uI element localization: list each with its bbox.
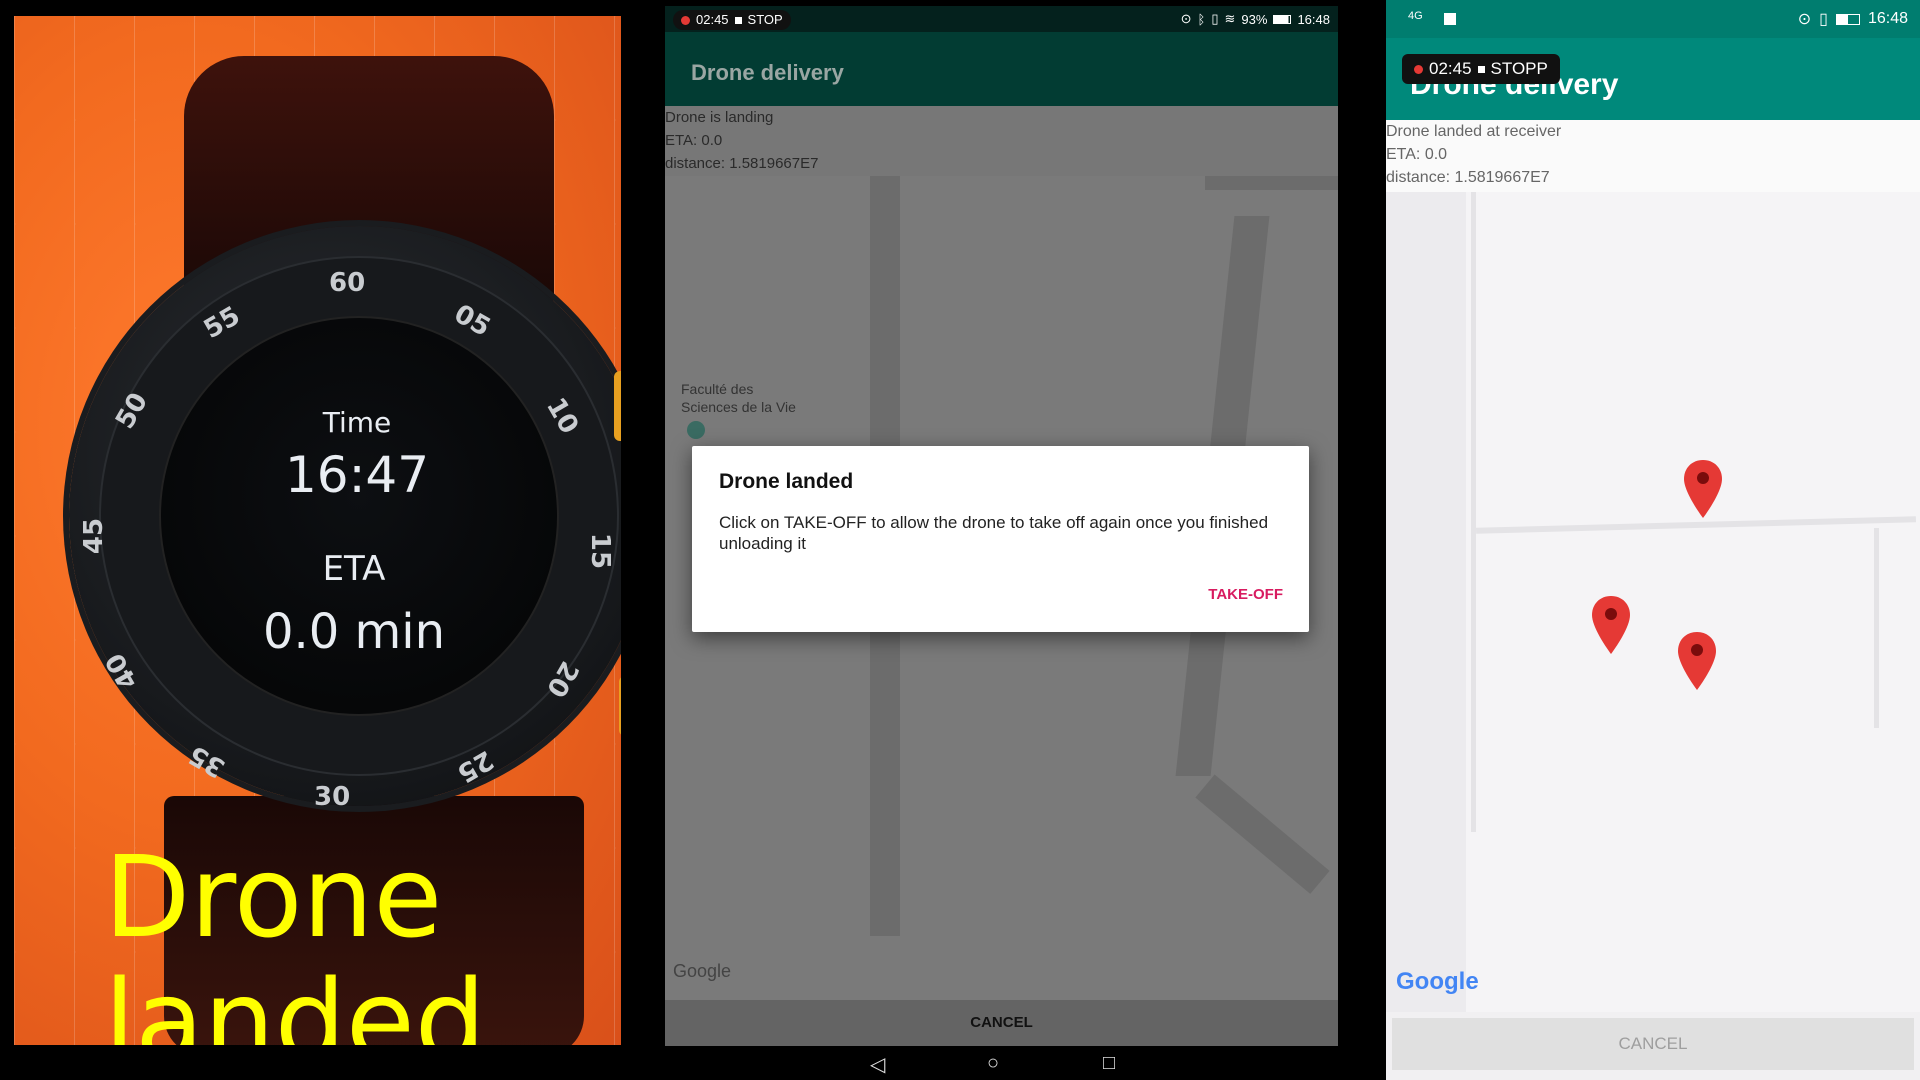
drone-info-panel: Drone landed at receiver ETA: 0.0 distan… — [1386, 120, 1920, 192]
phone-dialog-screen: 02:45 STOP ⊙ ᛒ ▯ ≋ 93% 16:48 Drone deliv… — [665, 6, 1338, 1046]
map-pin-icon[interactable] — [1684, 460, 1722, 518]
screen-recorder-pill[interactable]: 02:45 STOP — [673, 10, 791, 30]
drone-landed-dialog: Drone landed Click on TAKE-OFF to allow … — [692, 446, 1309, 632]
map-pin-icon[interactable] — [1592, 596, 1630, 654]
map-road — [1205, 176, 1338, 190]
record-time: 02:45 — [696, 12, 729, 27]
watch-eta-label: ETA — [322, 549, 386, 589]
bluetooth-icon: ᛒ — [1197, 11, 1206, 27]
app-bar: Drone delivery — [665, 32, 1338, 108]
map-place-label: Faculté des Sciences de la Vie — [681, 381, 796, 415]
watch-eta-value: 0.0 min — [262, 604, 446, 660]
drone-distance-text: distance: 1.5819667E7 — [665, 155, 819, 172]
overlay-line: Drone — [104, 833, 443, 963]
stop-label[interactable]: STOP — [748, 10, 783, 30]
location-icon: ⊙ — [1797, 11, 1812, 28]
map-road — [1874, 528, 1879, 728]
drone-status-text: Drone is landing — [665, 109, 774, 126]
app-bar: Drone delivery 02:45 STOPP — [1386, 38, 1920, 120]
bezel-number: 60 — [329, 268, 366, 298]
google-logo: Google — [1396, 968, 1479, 995]
location-icon: ⊙ — [1180, 11, 1192, 26]
dialog-message: Click on TAKE-OFF to allow the drone to … — [719, 513, 1269, 553]
drone-eta-text: ETA: 0.0 — [1386, 146, 1448, 163]
phone-landed-screen: 4G ⊙ ▯ 16:48 Drone delivery 02:45 STOPP … — [1386, 0, 1920, 1080]
status-bar: 4G ⊙ ▯ 16:48 — [1386, 0, 1920, 38]
status-bar: 02:45 STOP ⊙ ᛒ ▯ ≋ 93% 16:48 — [665, 6, 1338, 32]
network-indicator: 4G — [1408, 10, 1423, 22]
map-road — [1475, 516, 1917, 534]
drone-status-text: Drone landed at receiver — [1386, 123, 1562, 140]
status-clock: 16:48 — [1867, 10, 1908, 27]
watch-time-value: 16:47 — [284, 446, 430, 504]
map-pin-icon[interactable] — [1678, 632, 1716, 690]
cancel-button[interactable]: CANCEL — [665, 1000, 1338, 1046]
cancel-button[interactable]: CANCEL — [1392, 1018, 1914, 1070]
status-clock: 16:48 — [1297, 11, 1330, 27]
bezel-number: 30 — [314, 782, 351, 812]
wifi-icon: ≋ — [1224, 11, 1236, 26]
app-title: Drone delivery — [691, 60, 844, 85]
takeoff-button[interactable]: TAKE-OFF — [1208, 586, 1283, 603]
google-logo: Google — [673, 961, 732, 981]
notification-icon — [1444, 13, 1456, 25]
overlay-line: landed — [104, 957, 486, 1045]
vibrate-icon: ▯ — [1819, 11, 1828, 28]
record-time: 02:45 — [1429, 59, 1472, 78]
battery-icon — [1835, 13, 1860, 25]
back-triangle-icon[interactable]: ◁ — [870, 1052, 885, 1077]
android-nav-bar: ◁ ○ □ — [665, 1046, 1338, 1080]
map-road — [1195, 774, 1330, 894]
map-road — [1471, 192, 1476, 832]
drone-landed-overlay: Drone landed — [104, 836, 486, 1045]
drone-distance-text: distance: 1.5819667E7 — [1386, 169, 1550, 186]
home-circle-icon[interactable]: ○ — [987, 1052, 999, 1075]
stop-square-icon — [734, 16, 742, 24]
drone-info-panel: Drone is landing ETA: 0.0 distance: 1.58… — [665, 106, 1338, 176]
watch-photo-panel: 60 05 10 15 20 25 30 35 40 45 50 55 Time… — [14, 16, 621, 1045]
map-view[interactable]: Google — [1386, 192, 1920, 1012]
map-area — [1386, 192, 1466, 1012]
screen-recorder-pill[interactable]: 02:45 STOPP — [1402, 54, 1560, 84]
watch-time-label: Time — [322, 406, 392, 439]
map-place-marker-icon[interactable] — [687, 421, 705, 439]
drone-eta-text: ETA: 0.0 — [665, 132, 723, 149]
bezel-number: 15 — [585, 532, 616, 570]
dialog-title: Drone landed — [719, 470, 854, 493]
record-dot-icon — [1414, 64, 1423, 74]
stop-label[interactable]: STOPP — [1491, 54, 1548, 84]
watch-side-button — [619, 676, 621, 736]
stop-square-icon — [1477, 65, 1485, 73]
recents-square-icon[interactable]: □ — [1103, 1052, 1115, 1075]
bezel-number: 45 — [79, 517, 110, 555]
battery-icon — [1273, 14, 1292, 24]
record-dot-icon — [681, 15, 690, 25]
battery-percent: 93% — [1241, 11, 1268, 27]
watch-crown-button — [614, 371, 621, 441]
vibrate-icon: ▯ — [1211, 11, 1219, 26]
